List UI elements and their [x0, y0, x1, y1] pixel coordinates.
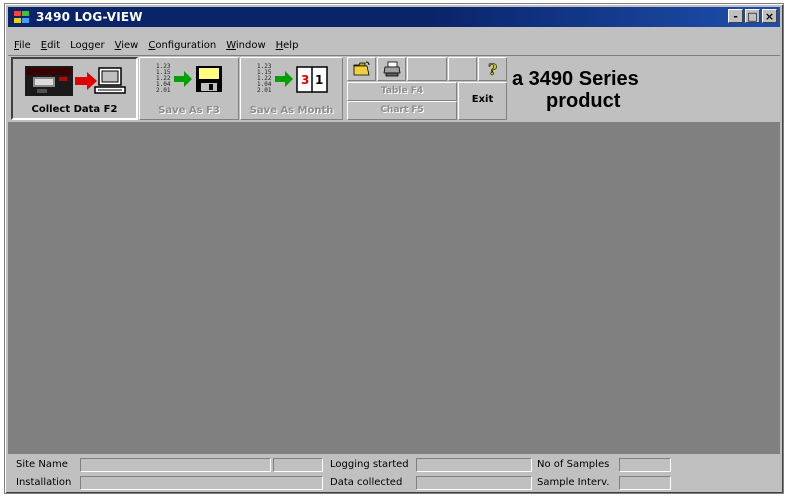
- site-extra-field: [273, 458, 323, 472]
- help-icon: ?: [488, 60, 498, 78]
- site-name-label: Site Name: [16, 459, 68, 470]
- collect-data-button[interactable]: Collect Data F2: [11, 57, 138, 120]
- app-window: 3490 LOG-VIEW - □ × File Edit Logger Vie…: [4, 3, 784, 494]
- save-month-icon: 1.231.151.221.042.01 3 1: [257, 63, 328, 94]
- open-folder-icon: [353, 61, 370, 76]
- toolbar-divider: [8, 55, 780, 56]
- open-button[interactable]: [347, 57, 376, 81]
- logger-to-computer-icon: [25, 66, 126, 96]
- svg-text:3: 3: [301, 73, 309, 87]
- brand-line-2: product: [546, 90, 621, 112]
- save-as-month-button[interactable]: 1.23 1.15 1.22 1.04 2.01 3 1 Save As Month: [240, 57, 343, 120]
- menu-logger[interactable]: Logger: [65, 38, 110, 54]
- save-as-button[interactable]: 1.23 1.15 1.22 1.04 2.01 Save As F3: [139, 57, 239, 120]
- installation-field: [80, 476, 323, 490]
- menu-view[interactable]: View: [110, 38, 144, 54]
- title-bar[interactable]: 3490 LOG-VIEW - □ ×: [8, 7, 780, 27]
- sample-interv-label: Sample Interv.: [537, 477, 610, 488]
- chart-label: Chart F5: [380, 105, 424, 115]
- menu-help[interactable]: Help: [271, 38, 304, 54]
- menu-edit[interactable]: Edit: [36, 38, 65, 54]
- menu-file[interactable]: File: [9, 38, 36, 54]
- save-disk-icon: 1.231.151.221.042.01: [156, 63, 222, 94]
- table-label: Table F4: [380, 86, 424, 96]
- save-as-label: Save As F3: [158, 105, 220, 116]
- svg-text:2.01: 2.01: [257, 87, 272, 94]
- svg-text:?: ?: [488, 60, 497, 78]
- installation-label: Installation: [16, 477, 72, 488]
- menu-configuration[interactable]: Configuration: [143, 38, 221, 54]
- mdi-workspace[interactable]: [8, 122, 780, 454]
- svg-text:1: 1: [315, 73, 323, 87]
- save-as-month-label: Save As Month: [249, 105, 334, 116]
- window-title: 3490 LOG-VIEW: [36, 10, 143, 24]
- collect-data-label: Collect Data F2: [31, 104, 118, 115]
- status-bar: Site Name Logging started No of Samples …: [8, 455, 780, 493]
- chart-button[interactable]: Chart F5: [347, 101, 457, 120]
- logging-started-field: [416, 458, 532, 472]
- maximize-button[interactable]: □: [745, 9, 760, 23]
- blank-tool-button-2[interactable]: [448, 57, 477, 81]
- brand-text: a 3490 Series product: [512, 68, 639, 112]
- help-button[interactable]: ?: [478, 57, 507, 81]
- close-button[interactable]: ×: [762, 9, 777, 23]
- sample-interv-field: [619, 476, 671, 490]
- no-of-samples-field: [619, 458, 671, 472]
- logging-started-label: Logging started: [330, 459, 409, 470]
- exit-button[interactable]: Exit: [458, 82, 507, 120]
- print-button[interactable]: [377, 57, 406, 81]
- exit-label: Exit: [471, 94, 494, 105]
- menu-window[interactable]: Window: [221, 38, 270, 54]
- app-icon[interactable]: [14, 10, 30, 24]
- table-button[interactable]: Table F4: [347, 82, 457, 101]
- blank-tool-button[interactable]: [407, 57, 447, 81]
- data-collected-field: [416, 476, 532, 490]
- site-name-field: [80, 458, 271, 472]
- brand-line-1: a 3490 Series: [512, 68, 639, 90]
- data-collected-label: Data collected: [330, 477, 403, 488]
- no-of-samples-label: No of Samples: [537, 459, 610, 470]
- svg-text:2.01: 2.01: [156, 87, 171, 94]
- printer-icon: [383, 61, 401, 77]
- menu-bar: File Edit Logger View Configuration Wind…: [9, 38, 303, 54]
- minimize-button[interactable]: -: [728, 9, 743, 23]
